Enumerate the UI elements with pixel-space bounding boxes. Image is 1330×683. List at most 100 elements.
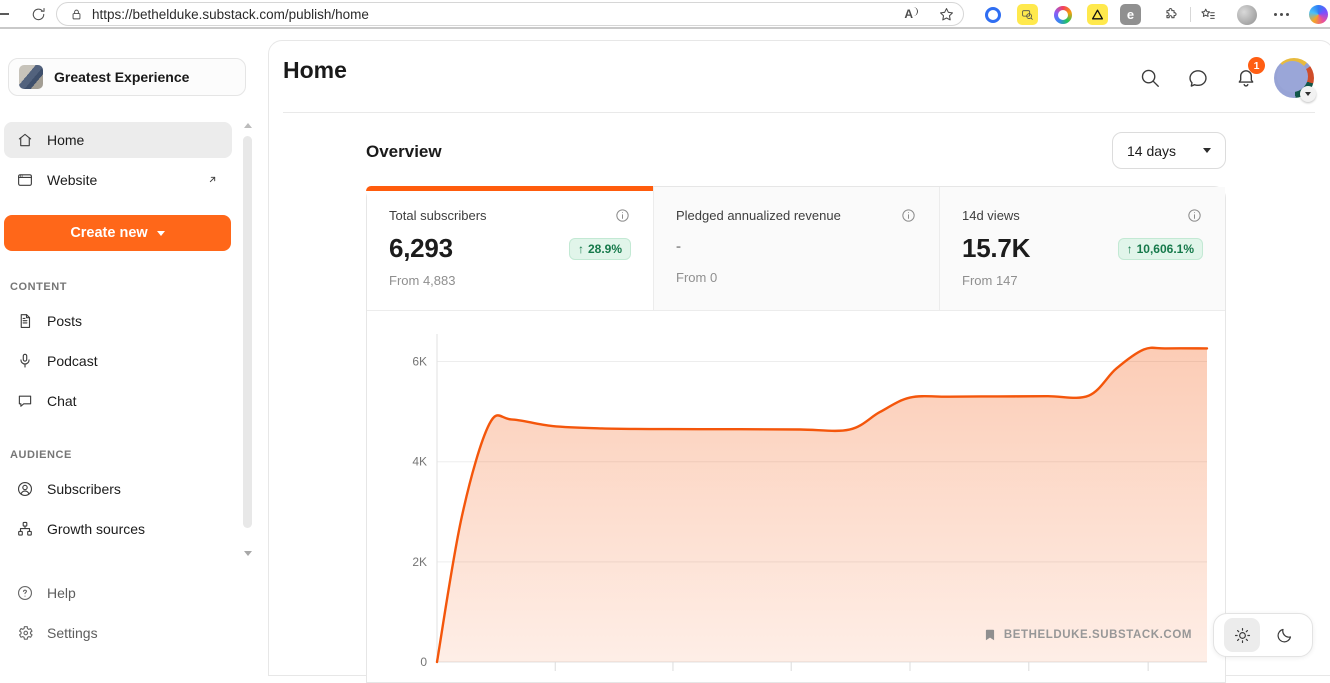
svg-text:4K: 4K — [412, 455, 427, 469]
info-icon[interactable] — [900, 207, 917, 224]
gear-icon — [16, 624, 34, 642]
sidebar-item-label: Posts — [47, 313, 82, 329]
toolbar-divider — [1190, 7, 1191, 22]
stat-value: 15.7K — [962, 233, 1030, 264]
dark-mode-button[interactable] — [1266, 618, 1302, 652]
overview-title: Overview — [366, 142, 442, 162]
svg-text:0: 0 — [420, 655, 427, 669]
favorite-star-icon[interactable] — [938, 6, 955, 23]
sidebar-item-label: Podcast — [47, 353, 98, 369]
sidebar: Greatest Experience Home Website Create … — [0, 31, 262, 672]
date-range-value: 14 days — [1127, 143, 1176, 159]
stat-from: From 147 — [962, 273, 1203, 288]
theme-toggle — [1213, 613, 1313, 657]
trend-value: 10,606.1% — [1137, 242, 1194, 256]
light-mode-button[interactable] — [1224, 618, 1260, 652]
e-letter-extension-icon[interactable]: e — [1120, 4, 1141, 25]
home-icon — [16, 131, 34, 149]
search-icon[interactable] — [1139, 67, 1161, 89]
trend-value: 28.9% — [588, 242, 622, 256]
header-divider — [283, 112, 1315, 113]
overview-stats-container: Total subscribers 6,293 ↑28.9% From 4,88… — [366, 186, 1226, 683]
create-new-label: Create new — [70, 225, 147, 241]
publication-logo — [19, 65, 43, 89]
color-wheel-extension-icon[interactable] — [1052, 4, 1073, 25]
sidebar-item-podcast[interactable]: Podcast — [4, 343, 232, 379]
sidebar-item-subscribers[interactable]: Subscribers — [4, 471, 232, 507]
svg-text:2K: 2K — [412, 555, 427, 569]
sidebar-item-label: Home — [47, 132, 84, 148]
trend-badge: ↑ 10,606.1% — [1118, 238, 1203, 260]
sidebar-item-label: Help — [47, 585, 76, 601]
sidebar-item-website[interactable]: Website — [4, 162, 232, 198]
section-label-content: CONTENT — [10, 281, 232, 293]
sidebar-item-label: Growth sources — [47, 521, 145, 537]
watermark-text: BETHELDUKE.SUBSTACK.COM — [1004, 629, 1192, 641]
org-chart-icon — [16, 520, 34, 538]
image-search-extension-icon[interactable] — [1017, 4, 1038, 25]
info-icon[interactable] — [1186, 207, 1203, 224]
stat-value: - — [676, 238, 681, 255]
create-new-button[interactable]: Create new — [4, 215, 231, 251]
url-text[interactable]: https://bethelduke.substack.com/publish/… — [92, 7, 904, 22]
more-options-icon[interactable] — [1271, 4, 1292, 25]
comments-icon[interactable] — [1187, 67, 1209, 89]
sidebar-scrollbar[interactable] — [242, 121, 253, 558]
moon-icon — [1275, 626, 1294, 645]
sidebar-item-home[interactable]: Home — [4, 122, 232, 158]
sidebar-item-posts[interactable]: Posts — [4, 303, 232, 339]
scroll-down-arrow[interactable] — [244, 551, 252, 556]
sun-icon — [1233, 626, 1252, 645]
section-label-audience: AUDIENCE — [10, 449, 232, 461]
sidebar-item-growth-sources[interactable]: Growth sources — [4, 511, 232, 547]
info-icon[interactable] — [614, 207, 631, 224]
help-icon — [16, 584, 34, 602]
subscriber-growth-chart: 0 2K 4K 6K BETHELDUKE.SUBSTACK.COM — [367, 311, 1225, 677]
copilot-icon[interactable] — [1308, 4, 1329, 25]
read-aloud-icon[interactable]: A — [904, 7, 918, 21]
extensions-puzzle-icon[interactable] — [1160, 4, 1181, 25]
warning-triangle-extension-icon[interactable] — [1087, 4, 1108, 25]
person-circle-icon — [16, 480, 34, 498]
stat-value: 6,293 — [389, 233, 453, 264]
trend-up-icon: ↑ — [578, 242, 584, 256]
trend-up-icon: ↑ — [1127, 242, 1133, 256]
external-link-icon — [205, 172, 220, 187]
avatar-chevron-icon[interactable] — [1300, 86, 1316, 102]
stat-card-pledged-revenue[interactable]: Pledged annualized revenue - From 0 — [653, 187, 939, 310]
caret-down-icon — [1203, 148, 1211, 153]
sidebar-item-help[interactable]: Help — [4, 575, 232, 611]
sidebar-item-chat[interactable]: Chat — [4, 383, 232, 419]
notification-badge: 1 — [1248, 57, 1265, 74]
refresh-icon[interactable] — [28, 4, 48, 24]
svg-text:6K: 6K — [412, 355, 427, 369]
sidebar-item-label: Chat — [47, 393, 77, 409]
stat-from: From 0 — [676, 270, 917, 285]
scroll-up-arrow[interactable] — [244, 123, 252, 128]
back-icon[interactable] — [0, 13, 9, 15]
lock-icon — [69, 7, 84, 22]
sidebar-item-settings[interactable]: Settings — [4, 615, 232, 651]
stat-from: From 4,883 — [389, 273, 631, 288]
publication-selector[interactable]: Greatest Experience — [8, 58, 246, 96]
chart-watermark: BETHELDUKE.SUBSTACK.COM — [983, 628, 1192, 642]
collections-icon[interactable] — [1197, 4, 1218, 25]
stat-label: Pledged annualized revenue — [676, 208, 841, 223]
stat-label: 14d views — [962, 208, 1020, 223]
chat-bubble-icon — [16, 392, 34, 410]
blue-ring-extension-icon[interactable] — [982, 4, 1003, 25]
stat-card-total-subscribers[interactable]: Total subscribers 6,293 ↑28.9% From 4,88… — [367, 187, 653, 310]
sidebar-item-label: Subscribers — [47, 481, 121, 497]
microphone-icon — [16, 352, 34, 370]
scrollbar-thumb[interactable] — [243, 136, 252, 528]
address-bar[interactable]: https://bethelduke.substack.com/publish/… — [56, 2, 964, 26]
browser-profile-avatar[interactable] — [1236, 4, 1257, 25]
sidebar-item-label: Settings — [47, 625, 98, 641]
main-panel: Home 1 Overview 14 days Total subscriber… — [268, 40, 1330, 676]
area-chart-svg: 0 2K 4K 6K — [367, 311, 1225, 673]
trend-badge: ↑ 28.9% — [569, 238, 631, 260]
document-icon — [16, 312, 34, 330]
browser-toolbar: https://bethelduke.substack.com/publish/… — [0, 0, 1330, 29]
stat-card-14d-views[interactable]: 14d views 15.7K ↑ 10,606.1% From 147 — [939, 187, 1225, 310]
date-range-selector[interactable]: 14 days — [1112, 132, 1226, 169]
